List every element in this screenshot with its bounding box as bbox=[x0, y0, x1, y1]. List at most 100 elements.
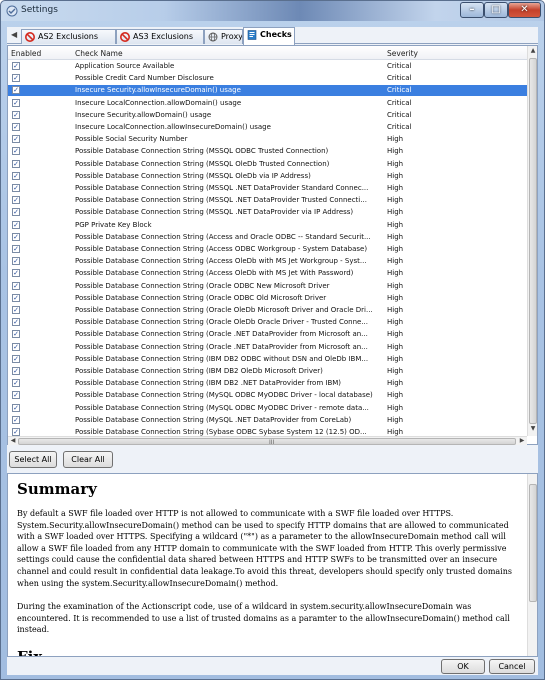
table-row[interactable]: ✓ Possible Database Connection String (Or… bbox=[8, 342, 527, 353]
enabled-checkbox[interactable]: ✓ bbox=[12, 293, 20, 302]
enabled-checkbox[interactable]: ✓ bbox=[12, 415, 20, 424]
table-row[interactable]: ✓ Possible Database Connection String (Or… bbox=[8, 293, 527, 304]
horizontal-scroll-thumb[interactable]: III bbox=[18, 438, 516, 446]
enabled-checkbox[interactable]: ✓ bbox=[12, 220, 20, 229]
scroll-left-icon[interactable]: ◀ bbox=[9, 437, 17, 444]
tab-as2-exclusions[interactable]: AS2 Exclusions bbox=[21, 29, 116, 44]
table-row[interactable]: ✓ Possible Database Connection String (MS… bbox=[8, 195, 527, 206]
severity-cell: High bbox=[387, 318, 404, 327]
summary-vertical-scrollbar[interactable] bbox=[527, 474, 537, 656]
enabled-checkbox[interactable]: ✓ bbox=[12, 403, 20, 412]
enabled-checkbox[interactable]: ✓ bbox=[12, 354, 20, 363]
table-row[interactable]: ✓ Possible Database Connection String (Ac… bbox=[8, 268, 527, 279]
table-row[interactable]: ✓ Possible Database Connection String (Ac… bbox=[8, 232, 527, 243]
enabled-checkbox[interactable]: ✓ bbox=[12, 269, 20, 278]
severity-cell: Critical bbox=[387, 74, 412, 83]
table-row[interactable]: ✓ Application Source Available Critical bbox=[8, 61, 527, 72]
enabled-checkbox[interactable]: ✓ bbox=[12, 257, 20, 266]
table-row[interactable]: ✓ Possible Database Connection String (Or… bbox=[8, 305, 527, 316]
table-horizontal-scrollbar[interactable]: ◀ III ▶ bbox=[8, 436, 527, 446]
check-name-cell: Insecure LocalConnection.allowDomain() u… bbox=[75, 98, 242, 107]
enabled-checkbox[interactable]: ✓ bbox=[12, 208, 20, 217]
enabled-checkbox[interactable]: ✓ bbox=[12, 245, 20, 253]
enabled-checkbox[interactable]: ✓ bbox=[12, 281, 20, 290]
window-title: Settings bbox=[21, 5, 58, 15]
ok-button[interactable]: OK bbox=[441, 659, 485, 674]
enabled-checkbox[interactable]: ✓ bbox=[12, 98, 20, 107]
table-row[interactable]: ✓ Possible Database Connection String (IB… bbox=[8, 366, 527, 377]
tab-as3-exclusions[interactable]: AS3 Exclusions bbox=[116, 29, 204, 44]
select-all-button[interactable]: Select All bbox=[9, 451, 57, 468]
table-row[interactable]: ✓ Possible Database Connection String (MS… bbox=[8, 171, 527, 182]
scroll-right-icon[interactable]: ▶ bbox=[518, 437, 526, 444]
enabled-checkbox[interactable]: ✓ bbox=[12, 135, 20, 144]
table-vertical-scrollbar[interactable]: ▲ ▼ bbox=[527, 46, 537, 436]
table-row[interactable]: ✓ Insecure Security.allowInsecureDomain()… bbox=[8, 85, 527, 97]
table-row[interactable]: ✓ Possible Database Connection String (MS… bbox=[8, 183, 527, 194]
enabled-checkbox[interactable]: ✓ bbox=[12, 62, 20, 70]
check-name-cell: Possible Database Connection String (Acc… bbox=[75, 245, 368, 253]
enabled-checkbox[interactable]: ✓ bbox=[12, 184, 20, 192]
table-row[interactable]: ✓ Possible Database Connection String (MS… bbox=[8, 146, 527, 157]
enabled-checkbox[interactable]: ✓ bbox=[12, 379, 20, 388]
enabled-checkbox[interactable]: ✓ bbox=[12, 367, 20, 375]
summary-paragraph: By default a SWF file loaded over HTTP i… bbox=[17, 509, 512, 588]
table-row[interactable]: ✓ Possible Database Connection String (My… bbox=[8, 403, 527, 414]
column-header-enabled[interactable]: Enabled bbox=[11, 49, 41, 58]
enabled-checkbox[interactable]: ✓ bbox=[12, 171, 20, 180]
minimize-button[interactable]: – bbox=[460, 2, 484, 18]
check-name-cell: Possible Database Connection String (Ora… bbox=[75, 342, 368, 351]
clear-all-button[interactable]: Clear All bbox=[63, 451, 113, 468]
maximize-icon: □ bbox=[491, 4, 501, 15]
close-button[interactable]: ✕ bbox=[508, 2, 541, 18]
table-row[interactable]: ✓ Possible Database Connection String (My… bbox=[8, 415, 527, 426]
enabled-checkbox[interactable]: ✓ bbox=[12, 428, 20, 436]
enabled-checkbox[interactable]: ✓ bbox=[12, 110, 20, 119]
enabled-checkbox[interactable]: ✓ bbox=[12, 232, 20, 241]
enabled-checkbox[interactable]: ✓ bbox=[12, 123, 20, 131]
enabled-checkbox[interactable]: ✓ bbox=[12, 318, 20, 327]
tab-proxy[interactable]: Proxy bbox=[204, 29, 243, 44]
enabled-checkbox[interactable]: ✓ bbox=[12, 196, 20, 205]
enabled-checkbox[interactable]: ✓ bbox=[12, 147, 20, 156]
maximize-button[interactable]: □ bbox=[484, 2, 508, 18]
enabled-checkbox[interactable]: ✓ bbox=[12, 74, 20, 83]
table-row[interactable]: ✓ Possible Credit Card Number Disclosure C… bbox=[8, 73, 527, 84]
enabled-checkbox[interactable]: ✓ bbox=[12, 306, 20, 314]
table-row[interactable]: ✓ Possible Database Connection String (Or… bbox=[8, 329, 527, 340]
column-header-check-name[interactable]: Check Name bbox=[75, 49, 123, 58]
table-row[interactable]: ✓ Possible Database Connection String (Ac… bbox=[8, 256, 527, 267]
table-row[interactable]: ✓ Insecure Security.allowDomain() usage Cr… bbox=[8, 110, 527, 121]
vertical-scroll-thumb[interactable] bbox=[529, 58, 537, 424]
table-row[interactable]: ✓ Insecure LocalConnection.allowInsecureD… bbox=[8, 122, 527, 133]
table-row[interactable]: ✓ Possible Database Connection String (Or… bbox=[8, 317, 527, 328]
table-row[interactable]: ✓ Possible Database Connection String (IB… bbox=[8, 354, 527, 365]
enabled-checkbox[interactable]: ✓ bbox=[12, 330, 20, 339]
cancel-button[interactable]: Cancel bbox=[489, 659, 535, 674]
tab-scroll-left-icon[interactable]: ◀ bbox=[11, 30, 21, 40]
severity-cell: High bbox=[387, 306, 404, 314]
table-row[interactable]: ✓ Possible Database Connection String (IB… bbox=[8, 378, 527, 389]
table-row[interactable]: ✓ Possible Database Connection String (Or… bbox=[8, 281, 527, 292]
enabled-checkbox[interactable]: ✓ bbox=[12, 391, 20, 400]
scroll-up-icon[interactable]: ▲ bbox=[529, 47, 537, 57]
enabled-checkbox[interactable]: ✓ bbox=[12, 86, 20, 95]
table-body: ✓ Application Source Available Critical ✓ Po… bbox=[8, 61, 527, 440]
table-row[interactable]: ✓ Insecure LocalConnection.allowDomain() … bbox=[8, 98, 527, 109]
summary-scroll-thumb[interactable] bbox=[529, 484, 537, 602]
title-bar[interactable]: Settings – □ ✕ bbox=[1, 1, 544, 21]
table-row[interactable]: ✓ Possible Database Connection String (Ac… bbox=[8, 244, 527, 255]
enabled-checkbox[interactable]: ✓ bbox=[12, 159, 20, 168]
tab-checks[interactable]: Checks bbox=[243, 27, 295, 45]
table-row[interactable]: ✓ PGP Private Key Block High bbox=[8, 220, 527, 231]
client-area: ◀ AS2 Exclusions AS3 Exclusions Proxy Ch… bbox=[7, 27, 538, 675]
check-name-cell: Possible Database Connection String (MSS… bbox=[75, 159, 330, 168]
table-row[interactable]: ✓ Possible Database Connection String (My… bbox=[8, 390, 527, 401]
table-row[interactable]: ✓ Possible Database Connection String (MS… bbox=[8, 159, 527, 170]
scroll-down-icon[interactable]: ▼ bbox=[529, 425, 537, 435]
column-header-severity[interactable]: Severity bbox=[387, 49, 418, 58]
check-name-cell: Application Source Available bbox=[75, 62, 175, 70]
enabled-checkbox[interactable]: ✓ bbox=[12, 342, 20, 351]
table-row[interactable]: ✓ Possible Database Connection String (MS… bbox=[8, 207, 527, 218]
table-row[interactable]: ✓ Possible Social Security Number High bbox=[8, 134, 527, 145]
